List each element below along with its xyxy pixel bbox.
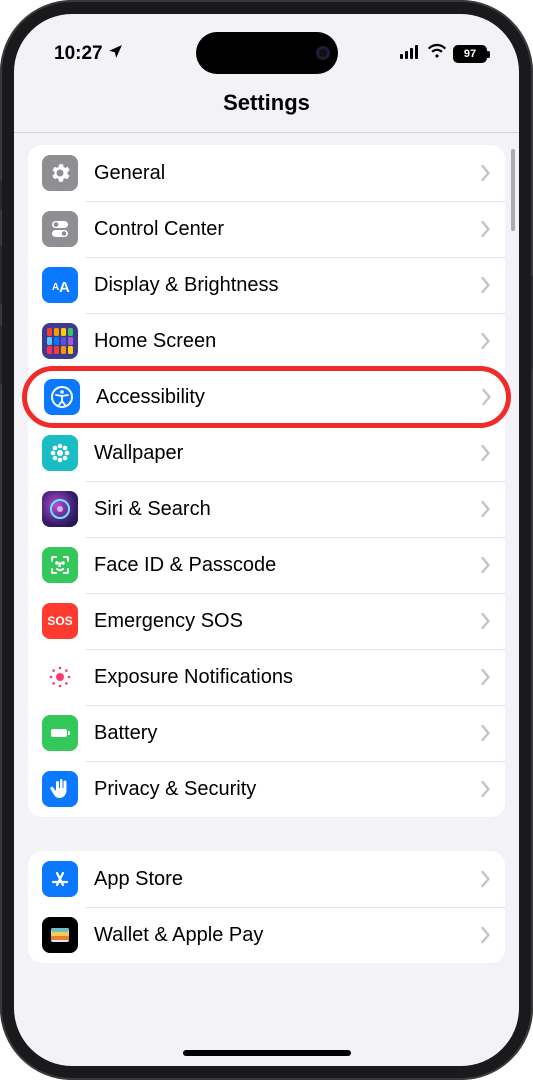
chevron-right-icon (480, 164, 491, 182)
row-label: General (78, 162, 480, 185)
location-arrow-icon (107, 43, 124, 66)
settings-row-siri[interactable]: Siri & Search (28, 481, 505, 537)
phone-frame: 10:27 97 Settings GeneralControl Ce (0, 0, 533, 1080)
exposure-icon (42, 659, 78, 695)
svg-text:A: A (59, 279, 70, 296)
chevron-right-icon (480, 556, 491, 574)
chevron-right-icon (480, 612, 491, 630)
row-label: App Store (78, 868, 480, 891)
appstore-icon (42, 861, 78, 897)
chevron-right-icon (481, 388, 492, 406)
battery-icon (42, 715, 78, 751)
settings-row-accessibility[interactable]: Accessibility (22, 366, 511, 428)
settings-row-wallpaper[interactable]: Wallpaper (28, 425, 505, 481)
gear-icon (42, 155, 78, 191)
camera-icon (316, 46, 330, 60)
row-label: Wallet & Apple Pay (78, 924, 480, 947)
volume-down-button[interactable] (0, 325, 2, 385)
chevron-right-icon (480, 276, 491, 294)
battery-level: 97 (464, 48, 476, 60)
chevron-right-icon (480, 444, 491, 462)
row-label: Control Center (78, 218, 480, 241)
dynamic-island (196, 32, 338, 74)
settings-list[interactable]: General Control Center AADisplay & Brightn… (14, 133, 519, 1066)
chevron-right-icon (480, 668, 491, 686)
settings-row-sos[interactable]: SOSEmergency SOS (28, 593, 505, 649)
text-size-icon: AA (42, 267, 78, 303)
row-label: Home Screen (78, 330, 480, 353)
settings-row-display[interactable]: AADisplay & Brightness (28, 257, 505, 313)
sos-icon: SOS (42, 603, 78, 639)
row-label: Face ID & Passcode (78, 554, 480, 577)
flower-icon (42, 435, 78, 471)
app-grid-icon (42, 323, 78, 359)
page-title: Settings (14, 76, 519, 133)
status-right: 97 (399, 41, 487, 67)
settings-row-app-store[interactable]: App Store (28, 851, 505, 907)
row-label: Wallpaper (78, 442, 480, 465)
volume-up-button[interactable] (0, 245, 2, 305)
cellular-signal-icon (399, 43, 421, 65)
chevron-right-icon (480, 220, 491, 238)
settings-row-general[interactable]: General (28, 145, 505, 201)
row-label: Exposure Notifications (78, 666, 480, 689)
siri-icon (42, 491, 78, 527)
chevron-right-icon (480, 332, 491, 350)
face-id-icon (42, 547, 78, 583)
settings-row-control-center[interactable]: Control Center (28, 201, 505, 257)
toggles-icon (42, 211, 78, 247)
silent-switch[interactable] (0, 180, 2, 210)
wallet-icon (42, 917, 78, 953)
row-label: Battery (78, 722, 480, 745)
status-left: 10:27 (54, 43, 124, 66)
settings-group: General Control Center AADisplay & Brightn… (28, 145, 505, 817)
settings-group: App Store Wallet & Apple Pay (28, 851, 505, 963)
screen: 10:27 97 Settings GeneralControl Ce (14, 14, 519, 1066)
chevron-right-icon (480, 870, 491, 888)
hand-icon (42, 771, 78, 807)
settings-row-battery[interactable]: Battery (28, 705, 505, 761)
settings-row-home-screen[interactable]: Home Screen (28, 313, 505, 369)
home-indicator[interactable] (183, 1050, 351, 1056)
settings-row-face-id[interactable]: Face ID & Passcode (28, 537, 505, 593)
accessibility-icon (44, 379, 80, 415)
chevron-right-icon (480, 780, 491, 798)
row-label: Siri & Search (78, 498, 480, 521)
row-label: Display & Brightness (78, 274, 480, 297)
chevron-right-icon (480, 926, 491, 944)
battery-icon: 97 (453, 45, 487, 63)
settings-row-wallet[interactable]: Wallet & Apple Pay (28, 907, 505, 963)
settings-row-exposure[interactable]: Exposure Notifications (28, 649, 505, 705)
chevron-right-icon (480, 724, 491, 742)
row-label: Accessibility (80, 386, 481, 409)
status-time: 10:27 (54, 43, 103, 65)
row-label: Privacy & Security (78, 778, 480, 801)
settings-row-privacy[interactable]: Privacy & Security (28, 761, 505, 817)
wifi-icon (427, 41, 447, 67)
scroll-indicator[interactable] (511, 149, 515, 231)
row-label: Emergency SOS (78, 610, 480, 633)
chevron-right-icon (480, 500, 491, 518)
